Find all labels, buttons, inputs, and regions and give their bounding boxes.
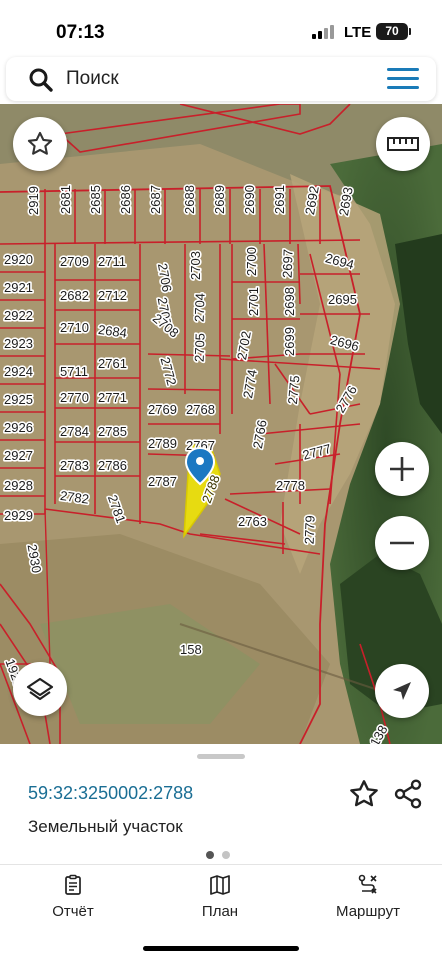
parcel-label: 2924 [4,364,33,379]
page-indicator [206,846,238,864]
parcel-label: 2771 [98,390,127,405]
parcel-label: 2919 [26,186,41,215]
parcel-label: 2697 [280,249,296,278]
parcel-label: 2701 [246,287,261,316]
parcel-label: 2787 [148,474,177,489]
parcel-info-sheet[interactable]: 59:32:3250002:2788 Земельный участок [0,744,442,864]
navigation-arrow-icon [393,682,411,700]
battery-indicator: 70 [376,23,411,40]
share-icon[interactable] [392,778,424,810]
parcel-label: 2927 [4,448,33,463]
search-icon [29,68,53,92]
locate-button[interactable] [375,664,429,718]
parcel-label: 2687 [148,185,163,214]
zoom-in-button[interactable] [375,442,429,496]
page-dot [222,851,230,859]
cadastral-map[interactable]: 2919 2681 2685 2686 2687 2688 2689 2690 … [0,104,442,744]
parcel-label: 2786 [98,458,127,473]
search-bar[interactable]: Поиск [6,57,436,101]
layers-icon [26,677,54,701]
map-plan-icon [210,875,230,895]
parcel-label: 2689 [212,185,227,214]
parcel-label: 2712 [98,288,127,303]
tab-label: План [201,903,239,920]
status-time: 07:13 [56,22,105,43]
parcel-label: 2711 [98,254,126,269]
parcel-label: 2778 [276,478,305,493]
report-icon [65,874,81,895]
parcel-label: 2761 [98,356,127,371]
tab-report[interactable]: Отчёт [13,873,133,920]
parcel-label: 2923 [4,336,33,351]
parcel-label: 2768 [186,402,215,417]
parcel-label: 2920 [4,252,33,267]
tab-label: Отчёт [52,903,94,920]
ruler-button[interactable] [376,117,430,171]
parcel-label: 2763 [238,514,267,529]
search-input[interactable]: Поиск [66,68,119,90]
parcel-label: 2699 [282,327,297,356]
route-icon [358,874,377,894]
cadastral-number[interactable]: 59:32:3250002:2788 [28,783,193,804]
parcel-label: 2770 [60,390,89,405]
minus-icon [390,541,414,545]
parcel-label: 2703 [188,251,203,280]
parcel-label: 2691 [272,185,287,214]
parcel-label: 2690 [242,185,257,214]
page-dot-active [206,851,214,859]
parcel-label: 2709 [60,254,89,269]
hamburger-menu-icon[interactable] [387,68,419,90]
parcel-label: 2682 [60,288,89,303]
sheet-grabber[interactable] [197,754,245,759]
parcel-label: 2704 [192,293,208,322]
parcel-label: 2929 [4,508,33,523]
star-outline-icon[interactable] [348,778,380,810]
ruler-icon [387,137,419,151]
parcel-label: 2688 [182,185,197,214]
zoom-out-button[interactable] [375,516,429,570]
parcel-label: 2686 [118,185,133,214]
parcel-label: 2789 [148,436,177,451]
network-type: LTE [344,24,372,41]
parcel-label: 2705 [192,333,208,362]
plus-icon [390,457,414,481]
parcel-label: 2922 [4,308,33,323]
favorite-button[interactable] [13,117,67,171]
parcel-label: 2681 [58,185,73,214]
parcel-label: 2769 [148,402,177,417]
parcel-label: 2925 [4,392,33,407]
home-indicator [143,946,299,951]
parcel-label: 5711 [60,364,88,379]
parcel-type: Земельный участок [28,817,183,836]
parcel-label: 2695 [328,292,357,307]
parcel-label: 2775 [285,375,302,405]
tab-route[interactable]: Маршрут [308,873,428,920]
status-bar: 07:13 LTE 70 [0,0,442,60]
parcel-label: 2784 [60,424,89,439]
tab-plan[interactable]: План [160,873,280,920]
parcel-label: 2779 [302,515,318,544]
parcel-label: 2700 [244,247,259,276]
tab-label: Маршрут [336,903,400,920]
parcel-label: 2926 [4,420,33,435]
star-outline-icon [27,131,53,155]
signal-strength-icon [312,25,338,39]
parcel-label: 2710 [60,320,89,335]
parcel-label: 2785 [98,424,127,439]
parcel-label: 2685 [88,185,103,214]
parcel-label: 2698 [282,287,297,316]
tab-bar: Отчёт План Маршрут [0,864,442,960]
parcel-label: 158 [180,642,202,657]
parcel-label: 2928 [4,478,33,493]
parcel-label: 2921 [4,280,33,295]
parcel-label: 2783 [60,458,89,473]
layers-button[interactable] [13,662,67,716]
